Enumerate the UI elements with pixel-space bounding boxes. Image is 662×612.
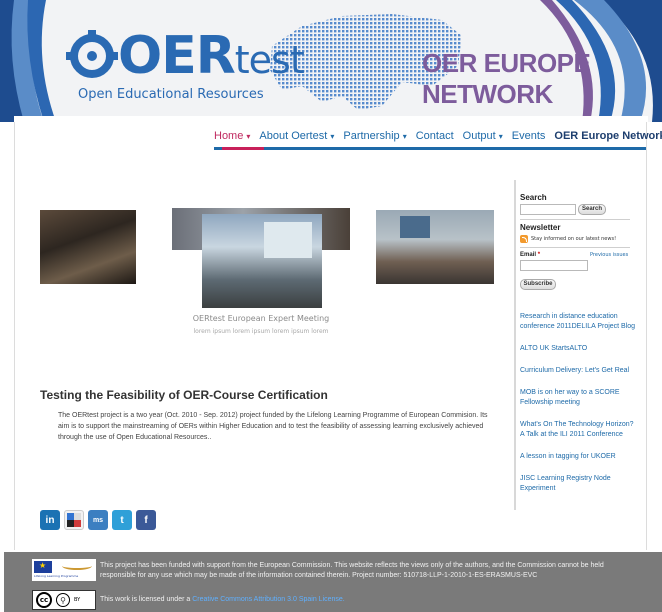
rss-row[interactable]: Stay informed on our latest news! [520, 235, 616, 243]
chevron-down-icon: ▾ [498, 132, 503, 141]
network-title: OER EUROPE NETWORK [422, 48, 591, 109]
nav-item-events[interactable]: Events [512, 130, 546, 142]
list-item[interactable]: A lesson in tagging for UKOER [520, 452, 638, 462]
chevron-down-icon: ▾ [246, 132, 251, 141]
article-body: The OERtest project is a two year (Oct. … [58, 412, 488, 441]
rss-icon [520, 235, 528, 243]
gallery-subcaption: lorem ipsum lorem ipsum lorem ipsum lore… [193, 328, 329, 335]
delicious-icon[interactable] [64, 510, 84, 530]
cc-by-label: BY [74, 597, 81, 603]
list-item[interactable]: What's On The Technology Horizon? A Talk… [520, 420, 638, 440]
license-prefix: This work is licensed under a [100, 596, 193, 603]
email-label: Email * [520, 252, 540, 258]
search-heading: Search [520, 193, 547, 202]
funding-disclaimer: This project has been funded with suppor… [100, 562, 604, 579]
logo-light-text: test [234, 38, 305, 82]
page-frame-left [14, 122, 15, 550]
attribution-icon: ⚲ [56, 593, 70, 607]
sidebar-news-list: Research in distance education conferenc… [520, 312, 638, 494]
chevron-down-icon: ▾ [330, 132, 335, 141]
twitter-icon[interactable]: t [112, 510, 132, 530]
site-header: OERtest Open Educational Resources OER E… [0, 0, 662, 122]
main-navigation: Home ▾ About Oertest ▾ Partnership ▾ Con… [214, 128, 662, 150]
required-marker: * [537, 252, 541, 258]
social-links: in ms t f [40, 510, 156, 530]
subscribe-button[interactable]: Subscribe [520, 279, 556, 290]
facebook-icon[interactable]: f [136, 510, 156, 530]
rss-text: Stay informed on our latest news! [531, 236, 617, 242]
page-frame-right [646, 122, 647, 550]
nav-item-label: Output [462, 130, 496, 142]
myspace-icon[interactable]: ms [88, 510, 108, 530]
gallery-photo[interactable] [376, 210, 494, 284]
nav-item-label: Events [511, 130, 546, 142]
eu-lifelong-learning-logo: Lifelong Learning Programme [32, 559, 96, 581]
nav-item-oer-europe-network[interactable]: OER Europe Network ▾ [554, 130, 662, 142]
cc-icon: cc [36, 592, 52, 608]
nav-item-home[interactable]: Home ▾ [214, 130, 250, 142]
nav-item-partnership[interactable]: Partnership ▾ [343, 130, 406, 142]
nav-item-contact[interactable]: Contact [416, 130, 454, 142]
site-logo[interactable]: OERtest [118, 30, 305, 82]
list-item[interactable]: ALTO UK StartsALTO [520, 344, 638, 354]
nav-item-about[interactable]: About Oertest ▾ [259, 130, 334, 142]
creative-commons-badge[interactable]: cc ⚲ BY [32, 590, 96, 610]
logo-subtitle: Open Educational Resources [78, 87, 264, 102]
eu-flag-icon [34, 561, 52, 573]
sidebar-separator [520, 247, 630, 248]
llp-swoosh-icon [62, 562, 92, 570]
list-item[interactable]: Research in distance education conferenc… [520, 312, 638, 332]
nav-item-output[interactable]: Output ▾ [463, 130, 503, 142]
gallery-photo[interactable] [40, 210, 136, 284]
search-button[interactable]: Search [578, 204, 606, 215]
header-base [14, 116, 648, 122]
active-nav-indicator [222, 147, 264, 150]
nav-item-label: Contact [415, 130, 454, 142]
oer-logo-icon [66, 30, 118, 78]
gallery-photo-featured[interactable] [202, 214, 322, 308]
projection-screen [264, 222, 312, 258]
chevron-down-icon: ▾ [402, 132, 407, 141]
list-item[interactable]: Curriculum Delivery: Let's Get Real [520, 366, 638, 376]
delicious-glyph [67, 513, 81, 527]
site-footer: Lifelong Learning Programme This project… [4, 552, 662, 612]
previous-issues-link[interactable]: Previous issues [590, 252, 628, 258]
sidebar-divider [514, 180, 516, 510]
sidebar-separator [520, 219, 630, 220]
nav-item-label: Home [214, 130, 244, 142]
email-label-text: Email [520, 252, 537, 258]
newsletter-heading: Newsletter [520, 223, 561, 232]
nav-item-label: Partnership [343, 130, 400, 142]
logo-main-text: OER [118, 26, 236, 86]
gallery-caption: OERtest European Expert Meeting [192, 314, 330, 323]
license-link[interactable]: Creative Commons Attribution 3.0 Spain L… [192, 596, 345, 603]
search-input[interactable] [520, 204, 576, 215]
eu-logo-caption: Lifelong Learning Programme [34, 574, 79, 578]
linkedin-icon[interactable]: in [40, 510, 60, 530]
nav-item-label: OER Europe Network [554, 130, 662, 142]
list-item[interactable]: MOB is on her way to a SCORE Fellowship … [520, 388, 638, 408]
license-notice: This work is licensed under a Creative C… [100, 596, 345, 603]
nav-item-label: About Oertest [259, 130, 328, 142]
list-item[interactable]: JISC Learning Registry Node Experiment [520, 474, 638, 494]
projection-screen [400, 216, 430, 238]
article-title: Testing the Feasibility of OER-Course Ce… [40, 388, 328, 402]
email-field[interactable] [520, 260, 588, 271]
